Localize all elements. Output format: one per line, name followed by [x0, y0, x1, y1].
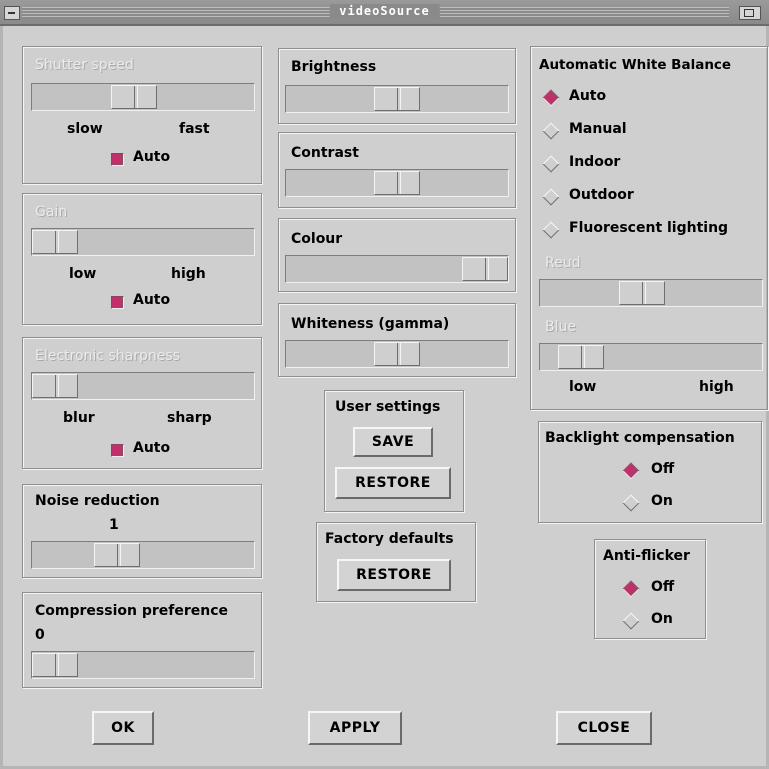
shutter-speed-slider[interactable] — [31, 83, 255, 111]
awb-manual-label: Manual — [569, 121, 627, 137]
window-menu-icon[interactable] — [4, 6, 20, 20]
gain-title: Gain — [35, 204, 68, 220]
close-button[interactable]: CLOSE — [556, 711, 652, 745]
awb-blue-slider[interactable] — [539, 343, 763, 371]
noise-reduction-slider[interactable] — [31, 541, 255, 569]
window-title: videoSource — [329, 4, 440, 18]
noise-reduction-value: 1 — [109, 517, 119, 533]
compression-value: 0 — [35, 627, 45, 643]
gain-thumb[interactable] — [32, 230, 78, 254]
noise-reduction-group: Noise reduction 1 — [22, 484, 262, 578]
compression-title: Compression preference — [35, 603, 228, 619]
sharpness-group: Electronic sharpness blur sharp Auto — [22, 337, 262, 469]
backlight-group: Backlight compensation Off On — [538, 421, 762, 523]
colour-group: Colour — [278, 218, 516, 292]
awb-indoor-radio[interactable] — [542, 155, 560, 173]
ok-button[interactable]: OK — [92, 711, 154, 745]
shutter-auto-label: Auto — [133, 149, 171, 165]
gain-high-label: high — [171, 266, 206, 282]
sharpness-slider[interactable] — [31, 372, 255, 400]
apply-button[interactable]: APPLY — [308, 711, 402, 745]
awb-red-label: Reud — [545, 255, 581, 271]
shutter-fast-label: fast — [179, 121, 210, 137]
noise-reduction-thumb[interactable] — [94, 543, 140, 567]
sharpness-title: Electronic sharpness — [35, 348, 180, 364]
user-settings-title: User settings — [335, 399, 441, 415]
shutter-speed-group: Shutter speed slow fast Auto — [22, 46, 262, 184]
awb-red-slider[interactable] — [539, 279, 763, 307]
awb-fluorescent-label: Fluorescent lighting — [569, 220, 729, 236]
shutter-auto-checkbox[interactable] — [111, 153, 124, 166]
awb-high-label: high — [699, 379, 734, 395]
shutter-speed-title: Shutter speed — [35, 57, 134, 73]
contrast-group: Contrast — [278, 132, 516, 208]
user-settings-group: User settings SAVE RESTORE — [324, 390, 464, 512]
whiteness-thumb[interactable] — [374, 342, 420, 366]
title-bar[interactable]: videoSource — [0, 0, 769, 26]
awb-fluorescent-radio[interactable] — [542, 221, 560, 239]
compression-group: Compression preference 0 — [22, 592, 262, 688]
anti-flicker-title: Anti-flicker — [603, 548, 690, 564]
backlight-title: Backlight compensation — [545, 430, 735, 446]
awb-outdoor-radio[interactable] — [542, 188, 560, 206]
backlight-on-label: On — [651, 493, 673, 509]
factory-defaults-title: Factory defaults — [325, 531, 454, 547]
awb-outdoor-label: Outdoor — [569, 187, 634, 203]
whiteness-title: Whiteness (gamma) — [291, 316, 450, 332]
user-restore-button[interactable]: RESTORE — [335, 467, 451, 499]
gain-group: Gain low high Auto — [22, 193, 262, 325]
sharpness-auto-checkbox[interactable] — [111, 444, 124, 457]
white-balance-group: Automatic White Balance Auto Manual Indo… — [530, 46, 768, 410]
sharpness-sharp-label: sharp — [167, 410, 212, 426]
contrast-title: Contrast — [291, 145, 359, 161]
awb-red-thumb[interactable] — [619, 281, 665, 305]
anti-flicker-group: Anti-flicker Off On — [594, 539, 706, 639]
awb-auto-label: Auto — [569, 88, 607, 104]
awb-indoor-label: Indoor — [569, 154, 621, 170]
shutter-speed-thumb[interactable] — [111, 85, 157, 109]
colour-slider[interactable] — [285, 255, 509, 283]
whiteness-slider[interactable] — [285, 340, 509, 368]
awb-manual-radio[interactable] — [542, 122, 560, 140]
gain-auto-checkbox[interactable] — [111, 296, 124, 309]
awb-blue-label: Blue — [545, 319, 576, 335]
anti-flicker-on-radio[interactable] — [622, 612, 640, 630]
backlight-off-radio[interactable] — [622, 462, 640, 480]
anti-flicker-off-radio[interactable] — [622, 580, 640, 598]
save-button[interactable]: SAVE — [353, 427, 433, 457]
factory-defaults-group: Factory defaults RESTORE — [316, 522, 476, 602]
anti-flicker-off-label: Off — [651, 579, 675, 595]
colour-title: Colour — [291, 231, 343, 247]
anti-flicker-on-label: On — [651, 611, 673, 627]
sharpness-blur-label: blur — [63, 410, 95, 426]
gain-low-label: low — [69, 266, 97, 282]
brightness-thumb[interactable] — [374, 87, 420, 111]
compression-thumb[interactable] — [32, 653, 78, 677]
compression-slider[interactable] — [31, 651, 255, 679]
brightness-slider[interactable] — [285, 85, 509, 113]
backlight-off-label: Off — [651, 461, 675, 477]
noise-reduction-title: Noise reduction — [35, 493, 160, 509]
colour-thumb[interactable] — [462, 257, 508, 281]
white-balance-title: Automatic White Balance — [539, 57, 732, 73]
awb-auto-radio[interactable] — [542, 89, 560, 107]
brightness-group: Brightness — [278, 48, 516, 124]
awb-low-label: low — [569, 379, 597, 395]
gain-auto-label: Auto — [133, 292, 171, 308]
maximize-icon[interactable] — [739, 6, 761, 20]
backlight-on-radio[interactable] — [622, 494, 640, 512]
contrast-slider[interactable] — [285, 169, 509, 197]
sharpness-thumb[interactable] — [32, 374, 78, 398]
brightness-title: Brightness — [291, 59, 377, 75]
factory-restore-button[interactable]: RESTORE — [337, 559, 451, 591]
whiteness-group: Whiteness (gamma) — [278, 303, 516, 377]
gain-slider[interactable] — [31, 228, 255, 256]
sharpness-auto-label: Auto — [133, 440, 171, 456]
awb-blue-thumb[interactable] — [558, 345, 604, 369]
shutter-slow-label: slow — [67, 121, 103, 137]
contrast-thumb[interactable] — [374, 171, 420, 195]
